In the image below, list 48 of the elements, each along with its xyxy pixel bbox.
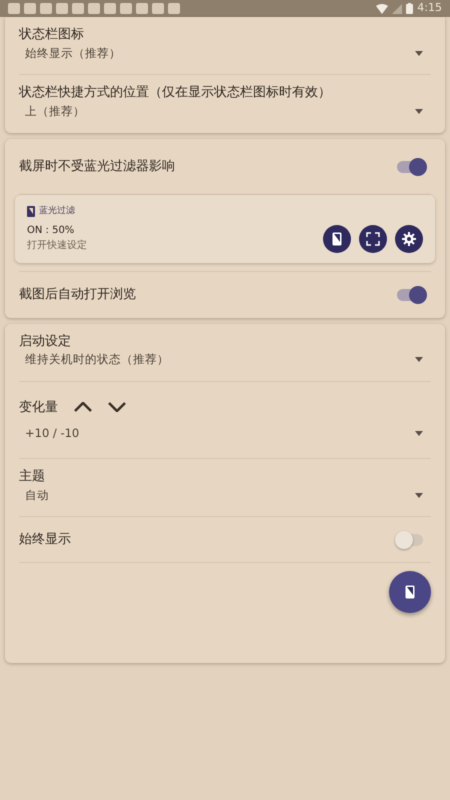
setting-label: 变化量 <box>19 398 58 416</box>
caret-icon <box>415 357 423 362</box>
floating-action-button[interactable] <box>389 571 431 614</box>
toggle-switch[interactable] <box>397 534 423 546</box>
notification-icon <box>56 3 68 14</box>
notification-icon <box>40 3 52 14</box>
screenshot-button[interactable] <box>359 224 387 252</box>
setting-label: 主题 <box>19 468 46 486</box>
notification-icon <box>136 3 148 14</box>
caret-icon <box>415 50 423 56</box>
dropdown-field[interactable]: 始终显示（推荐） <box>19 44 431 66</box>
signal-icon <box>392 4 402 14</box>
settings-button[interactable] <box>395 224 423 252</box>
frame-corners-icon <box>366 232 380 246</box>
setting-label: 始终显示 <box>19 531 71 549</box>
settings-icon <box>402 232 416 246</box>
dropdown-field[interactable]: 上（推荐） <box>19 102 431 124</box>
caret-icon <box>415 492 423 498</box>
phone-icon <box>27 206 35 218</box>
dropdown-field[interactable]: 维持关机时的状态（推荐） <box>19 351 431 372</box>
widget-status: ON : 50% <box>27 224 76 238</box>
setting-label: 截屏时不受蓝光过滤器影响 <box>19 158 175 176</box>
caret-icon <box>415 431 423 436</box>
setting-label: 截图后自动打开浏览 <box>19 286 136 304</box>
notification-icon <box>88 3 100 14</box>
dropdown-field[interactable]: 自动 <box>19 486 431 508</box>
phone-icon <box>404 585 416 600</box>
setting-label: 状态栏图标 <box>19 26 85 44</box>
notification-icon <box>24 3 36 14</box>
phone-icon <box>331 232 343 246</box>
notification-icon <box>104 3 116 14</box>
widget-subtitle[interactable]: 打开快速设定 <box>27 238 87 252</box>
wifi-icon <box>376 4 388 14</box>
filter-button[interactable] <box>323 224 351 252</box>
widget-title: 蓝光过滤 <box>39 205 75 218</box>
setting-label: 启动设定 <box>19 332 72 350</box>
dropdown-field[interactable]: +10 / -10 <box>19 417 431 450</box>
notification-icon <box>152 3 164 14</box>
setting-label: 状态栏快捷方式的位置（仅在显示状态栏图标时有效） <box>19 84 332 102</box>
increase-button[interactable] <box>74 402 92 412</box>
decrease-button[interactable] <box>108 402 126 412</box>
notification-icon <box>8 3 20 14</box>
clock: 4:15 <box>417 0 442 16</box>
caret-icon <box>415 108 423 114</box>
notification-icon <box>72 3 84 14</box>
notification-icon <box>168 3 180 14</box>
battery-icon <box>406 3 414 14</box>
notification-icon <box>120 3 132 14</box>
